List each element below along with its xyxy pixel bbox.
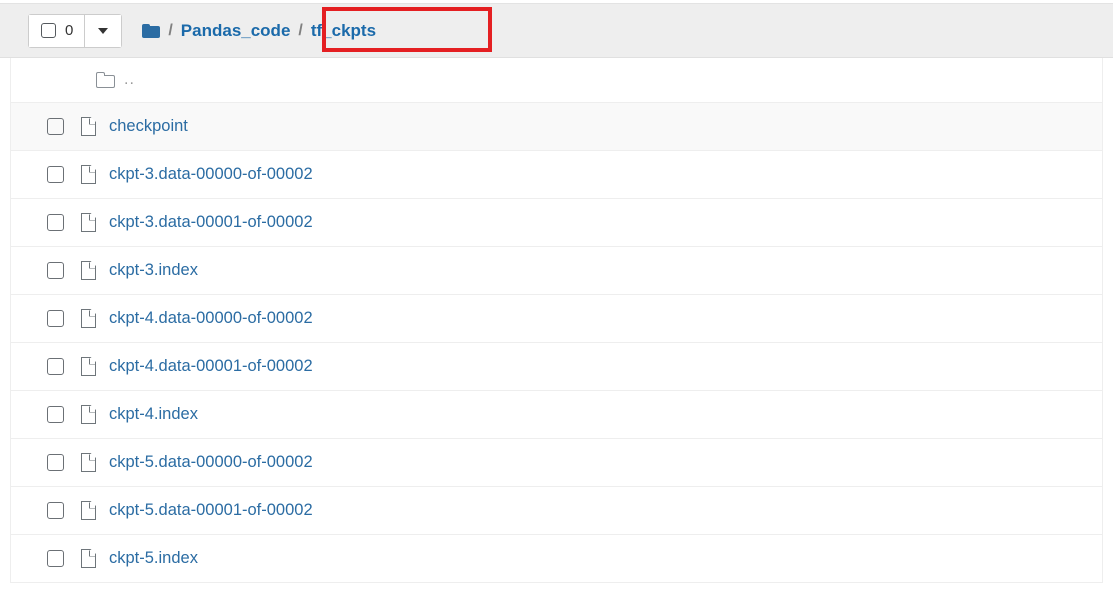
file-icon (81, 501, 105, 520)
table-row[interactable]: checkpoint (11, 103, 1102, 151)
row-checkbox[interactable] (47, 358, 64, 375)
row-checkbox[interactable] (47, 214, 64, 231)
row-checkbox[interactable] (47, 550, 64, 567)
file-list: .. checkpoint ckpt-3.data-00000-of-00002… (10, 58, 1103, 583)
breadcrumb-item-pandas-code[interactable]: Pandas_code (181, 21, 291, 41)
list-item-parent-directory[interactable]: .. (11, 58, 1102, 103)
file-name-link[interactable]: ckpt-3.data-00001-of-00002 (109, 213, 313, 232)
row-checkbox[interactable] (47, 454, 64, 471)
file-name-link[interactable]: checkpoint (109, 117, 188, 136)
file-icon (81, 405, 105, 424)
file-name-link[interactable]: ckpt-4.data-00001-of-00002 (109, 357, 313, 376)
file-icon (81, 261, 105, 280)
file-icon (81, 117, 105, 136)
selection-dropdown-button[interactable] (85, 14, 122, 47)
selection-button-group: 0 (28, 13, 123, 48)
table-row[interactable]: ckpt-5.data-00000-of-00002 (11, 439, 1102, 487)
table-row[interactable]: ckpt-5.index (11, 535, 1102, 583)
file-icon (81, 213, 105, 232)
row-checkbox[interactable] (47, 118, 64, 135)
select-all-button[interactable]: 0 (29, 14, 86, 47)
file-icon (81, 309, 105, 328)
file-name-link[interactable]: ckpt-5.data-00000-of-00002 (109, 453, 313, 472)
table-row[interactable]: ckpt-3.data-00001-of-00002 (11, 199, 1102, 247)
file-icon (81, 165, 105, 184)
parent-directory-link[interactable]: .. (124, 71, 135, 89)
file-name-link[interactable]: ckpt-5.data-00001-of-00002 (109, 501, 313, 520)
row-checkbox[interactable] (47, 310, 64, 327)
breadcrumb-separator-0: / (168, 21, 173, 39)
file-icon (81, 453, 105, 472)
row-checkbox[interactable] (47, 166, 64, 183)
chevron-down-icon (98, 27, 109, 34)
file-name-link[interactable]: ckpt-3.data-00000-of-00002 (109, 165, 313, 184)
file-name-link[interactable]: ckpt-4.index (109, 405, 198, 424)
file-icon (81, 549, 105, 568)
selected-count-label: 0 (65, 22, 74, 39)
file-icon (81, 357, 105, 376)
row-checkbox[interactable] (47, 406, 64, 423)
file-name-link[interactable]: ckpt-4.data-00000-of-00002 (109, 309, 313, 328)
folder-icon (96, 72, 120, 88)
row-checkbox[interactable] (47, 502, 64, 519)
breadcrumb-item-tf-ckpts[interactable]: tf_ckpts (311, 21, 376, 41)
table-row[interactable]: ckpt-3.data-00000-of-00002 (11, 151, 1102, 199)
breadcrumb: / Pandas_code / tf_ckpts (142, 14, 376, 48)
file-name-link[interactable]: ckpt-3.index (109, 261, 198, 280)
table-row[interactable]: ckpt-4.data-00000-of-00002 (11, 295, 1102, 343)
breadcrumb-separator-1: / (298, 21, 303, 39)
table-row[interactable]: ckpt-3.index (11, 247, 1102, 295)
table-row[interactable]: ckpt-4.index (11, 391, 1102, 439)
table-row[interactable]: ckpt-5.data-00001-of-00002 (11, 487, 1102, 535)
file-name-link[interactable]: ckpt-5.index (109, 549, 198, 568)
select-all-checkbox[interactable] (41, 23, 56, 38)
file-browser-toolbar: 0 / Pandas_code / tf_ckpts (0, 3, 1113, 58)
row-checkbox[interactable] (47, 262, 64, 279)
table-row[interactable]: ckpt-4.data-00001-of-00002 (11, 343, 1102, 391)
folder-icon[interactable] (142, 23, 161, 38)
